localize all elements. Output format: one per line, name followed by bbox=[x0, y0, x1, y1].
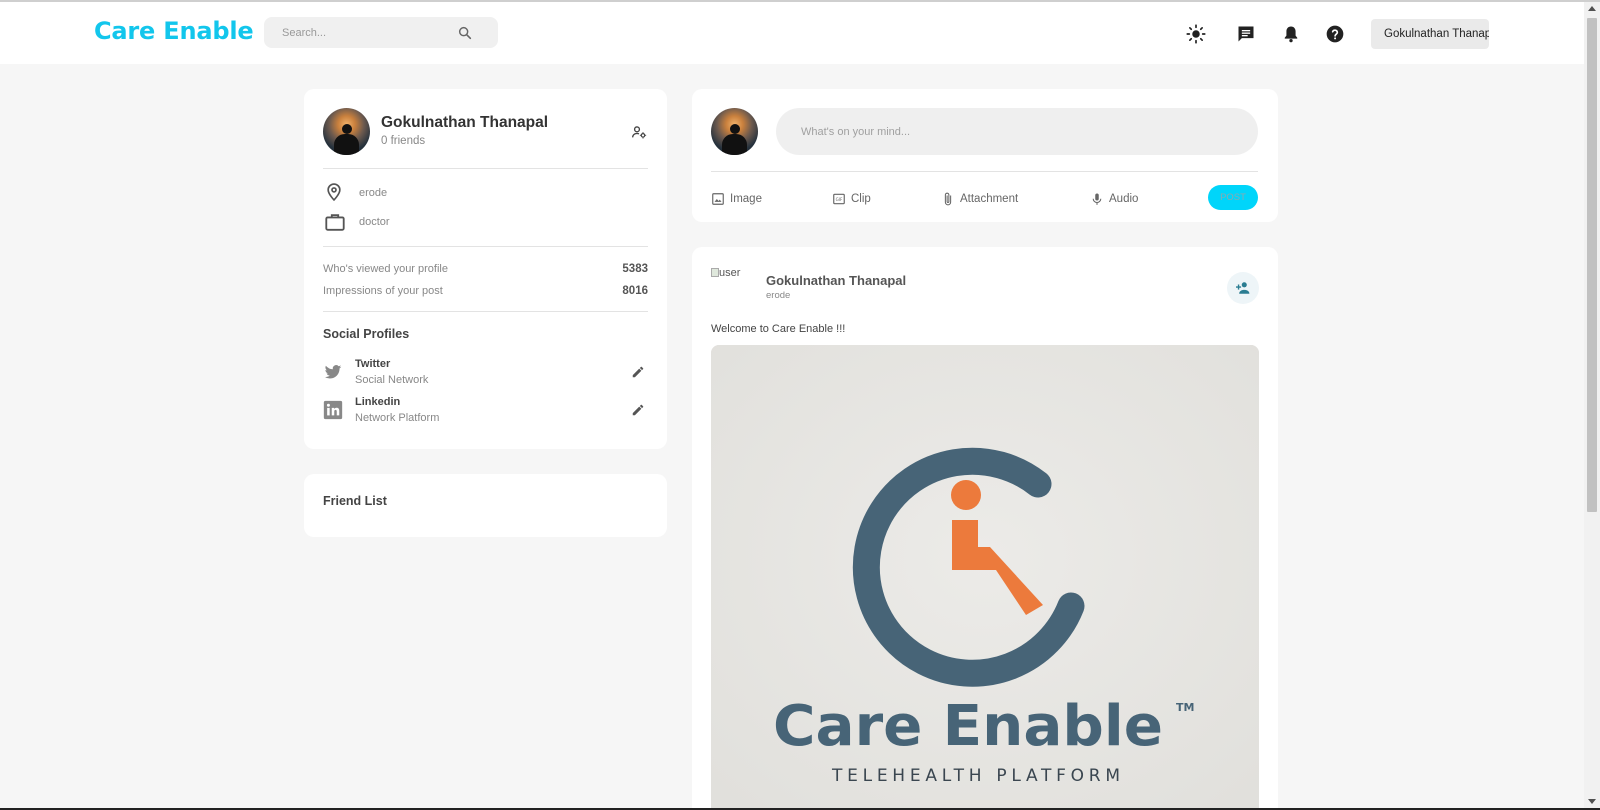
add-friend-button[interactable] bbox=[1227, 272, 1259, 304]
profile-views-label: Who's viewed your profile bbox=[323, 263, 448, 275]
scroll-up-arrow-icon[interactable] bbox=[1588, 6, 1596, 11]
post-card: user Gokulnathan Thanapal erode Welcome … bbox=[692, 247, 1278, 810]
search-input[interactable] bbox=[282, 17, 462, 48]
scroll-down-arrow-icon[interactable] bbox=[1588, 799, 1596, 804]
linkedin-subtitle: Network Platform bbox=[355, 412, 440, 424]
profile-avatar[interactable] bbox=[323, 108, 370, 155]
search-bar[interactable] bbox=[264, 17, 498, 48]
add-attachment-button[interactable]: Attachment bbox=[941, 191, 1018, 207]
add-audio-button[interactable]: Audio bbox=[1090, 191, 1138, 207]
friend-list-heading: Friend List bbox=[323, 494, 387, 508]
top-navbar: Care Enable Gokulnathan Thanapal bbox=[0, 2, 1584, 64]
divider bbox=[323, 168, 648, 169]
occupation-text: doctor bbox=[359, 216, 390, 228]
avatar-alt-text: user bbox=[719, 267, 741, 279]
location-pin-icon bbox=[327, 183, 341, 202]
logo-brand-text: Care Enable bbox=[773, 694, 1163, 759]
composer-avatar bbox=[711, 108, 758, 155]
messages-icon[interactable] bbox=[1236, 24, 1256, 44]
linkedin-name[interactable]: Linkedin bbox=[355, 396, 400, 408]
twitter-icon bbox=[324, 365, 342, 379]
profile-name[interactable]: Gokulnathan Thanapal bbox=[381, 114, 548, 132]
user-menu-button[interactable]: Gokulnathan Thanapal bbox=[1371, 19, 1489, 49]
post-author-location: erode bbox=[766, 290, 791, 301]
paperclip-icon bbox=[944, 192, 952, 206]
friend-list-card: Friend List bbox=[304, 474, 667, 537]
divider bbox=[711, 171, 1258, 172]
twitter-subtitle: Social Network bbox=[355, 374, 429, 386]
app-logo[interactable]: Care Enable bbox=[94, 17, 254, 45]
post-impressions-label: Impressions of your post bbox=[323, 285, 443, 297]
social-profiles-heading: Social Profiles bbox=[323, 327, 410, 341]
attachment-label: Attachment bbox=[960, 193, 1019, 205]
twitter-name[interactable]: Twitter bbox=[355, 358, 390, 370]
divider bbox=[323, 246, 648, 247]
profile-views-value: 5383 bbox=[622, 263, 648, 275]
search-icon[interactable] bbox=[457, 25, 473, 41]
add-image-button[interactable]: Image bbox=[711, 191, 762, 207]
post-button[interactable]: POST bbox=[1208, 185, 1258, 210]
image-icon bbox=[712, 193, 724, 205]
post-author-name[interactable]: Gokulnathan Thanapal bbox=[766, 273, 906, 288]
audio-label: Audio bbox=[1109, 193, 1139, 205]
linkedin-icon bbox=[323, 400, 343, 420]
whats-on-your-mind-input[interactable] bbox=[776, 108, 1258, 155]
logo-trademark: TM bbox=[1176, 701, 1194, 714]
scrollbar-thumb[interactable] bbox=[1587, 18, 1597, 512]
add-clip-button[interactable]: GIF Clip bbox=[832, 191, 871, 207]
manage-account-icon[interactable] bbox=[631, 124, 647, 140]
briefcase-icon bbox=[325, 214, 345, 231]
post-impressions-value: 8016 bbox=[622, 285, 648, 297]
friend-count: 0 friends bbox=[381, 135, 426, 147]
care-enable-logo-image: Care Enable TM TELEHEALTH PLATFORM bbox=[711, 345, 1259, 810]
microphone-icon bbox=[1092, 193, 1102, 205]
profile-card: Gokulnathan Thanapal 0 friends erode doc… bbox=[304, 89, 667, 449]
image-label: Image bbox=[730, 193, 762, 205]
edit-pencil-icon[interactable] bbox=[631, 365, 645, 379]
clip-label: Clip bbox=[851, 193, 871, 205]
post-image[interactable]: Care Enable TM TELEHEALTH PLATFORM bbox=[711, 345, 1259, 810]
edit-pencil-icon[interactable] bbox=[631, 403, 645, 417]
notifications-bell-icon[interactable] bbox=[1281, 24, 1301, 44]
svg-text:GIF: GIF bbox=[836, 197, 843, 202]
light-mode-icon[interactable] bbox=[1186, 24, 1206, 44]
help-icon[interactable] bbox=[1325, 24, 1345, 44]
page-scrollbar[interactable] bbox=[1584, 2, 1600, 808]
person-add-icon bbox=[1236, 282, 1250, 294]
gif-clip-icon: GIF bbox=[833, 193, 845, 205]
divider bbox=[323, 311, 648, 312]
post-text: Welcome to Care Enable !!! bbox=[711, 323, 846, 335]
post-author-avatar[interactable]: user bbox=[711, 267, 751, 283]
post-composer-card: Image GIF Clip Attachment Audio POST bbox=[692, 89, 1278, 222]
location-text: erode bbox=[359, 187, 388, 199]
